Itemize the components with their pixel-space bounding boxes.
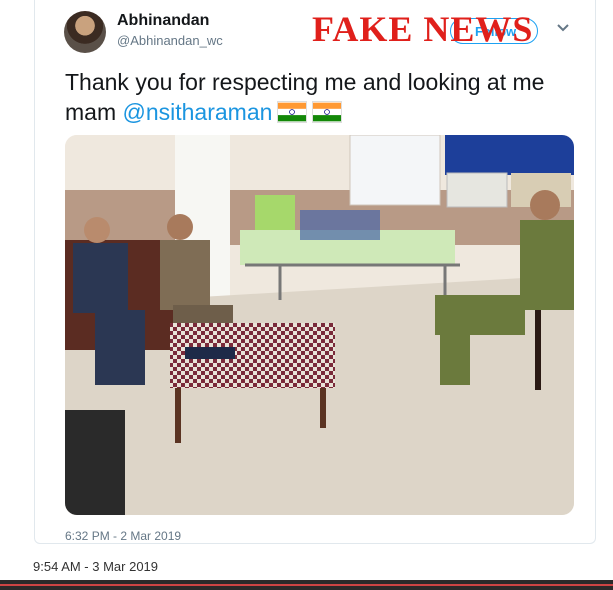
india-flag-icon bbox=[277, 101, 308, 123]
fake-news-stamp: FAKE NEWS bbox=[312, 9, 534, 49]
india-flag-icon bbox=[312, 101, 343, 123]
bottom-divider-accent bbox=[0, 584, 613, 586]
avatar[interactable] bbox=[64, 11, 106, 53]
chevron-down-icon[interactable] bbox=[556, 20, 570, 34]
user-handle[interactable]: @Abhinandan_wc bbox=[117, 33, 223, 48]
post-timestamp: 9:54 AM - 3 Mar 2019 bbox=[33, 559, 159, 574]
display-name[interactable]: Abhinandan bbox=[117, 12, 209, 30]
tweet-photo[interactable] bbox=[65, 135, 574, 515]
hospital-room-illustration bbox=[65, 135, 574, 515]
tweet-timestamp[interactable]: 6:32 PM - 2 Mar 2019 bbox=[65, 529, 181, 543]
tweet-text: Thank you for respecting me and looking … bbox=[65, 67, 565, 127]
mention-link[interactable]: @nsitharaman bbox=[123, 99, 273, 125]
